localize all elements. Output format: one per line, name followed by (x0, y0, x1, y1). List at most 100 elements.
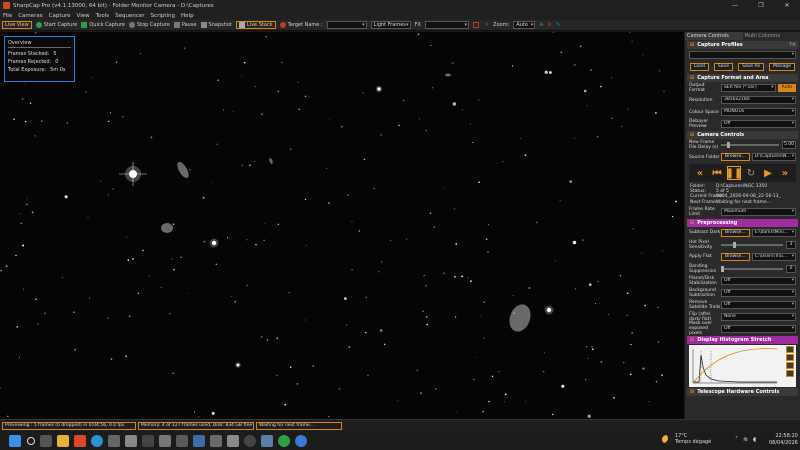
app-icon[interactable] (278, 434, 290, 447)
source-folder-select[interactable]: D:\Captures\N... (751, 153, 796, 161)
histogram-chart[interactable] (689, 344, 796, 387)
skip-back-icon[interactable]: ⏮ (710, 166, 724, 180)
clock[interactable]: 22:58:20 08/04/2026 (769, 433, 798, 447)
menu-file[interactable]: File (3, 13, 12, 19)
play-icon[interactable]: ▶ (761, 166, 775, 180)
target-name-input[interactable] (326, 21, 367, 29)
app-icon[interactable] (142, 434, 154, 447)
menu-tools[interactable]: Tools (96, 13, 110, 19)
chevron-up-icon[interactable]: ˄ (735, 436, 738, 443)
fx-select[interactable] (424, 21, 469, 29)
loop-icon[interactable]: ↻ (744, 166, 758, 180)
telescope-header[interactable]: ⊟ Telescope Hardware Controls (687, 387, 798, 396)
slider-knob[interactable] (726, 142, 730, 148)
hot-pixel-slider[interactable] (721, 241, 783, 248)
resolution-select[interactable]: 3856x2180 (721, 96, 796, 104)
auto-stretch-icon[interactable] (786, 345, 794, 353)
file-explorer-icon[interactable] (57, 434, 69, 447)
search-icon[interactable] (27, 436, 35, 445)
zoom-histogram-icon[interactable] (786, 369, 794, 377)
app-icon[interactable] (74, 434, 86, 447)
slider-knob[interactable] (721, 265, 724, 272)
auto-button[interactable]: Auto (777, 84, 796, 92)
dark-browse-button[interactable]: Browse... (721, 228, 750, 237)
flat-browse-button[interactable]: Browse... (721, 252, 750, 261)
menu-capture[interactable]: Capture (49, 13, 71, 19)
slider-knob[interactable] (733, 241, 737, 248)
manage-profiles-button[interactable]: Manage (769, 63, 795, 71)
app-icon[interactable] (261, 434, 273, 447)
settings-icon[interactable]: ⚙ (547, 22, 551, 28)
maximize-button[interactable]: ❐ (748, 0, 774, 11)
wifi-icon[interactable]: ≋ (743, 436, 748, 443)
output-format-select[interactable]: SER file (*.ser) (721, 84, 776, 92)
zoom-select[interactable]: Auto (513, 21, 536, 29)
start-capture-button[interactable]: Start Capture (35, 22, 77, 28)
app-icon[interactable] (244, 434, 256, 447)
edge-icon[interactable] (91, 434, 103, 447)
pause-button[interactable]: Pause (173, 22, 197, 28)
menu-view[interactable]: View (77, 13, 90, 19)
app-icon[interactable] (125, 434, 137, 447)
load-profile-button[interactable]: Load (690, 63, 709, 71)
preprocessing-header[interactable]: ⊟ Preprocessing (687, 218, 798, 227)
frame-type-select[interactable]: Light Frames (370, 21, 411, 29)
fast-forward-icon[interactable]: » (778, 166, 792, 180)
histogram-header[interactable]: ⊟ Display Histogram Stretch (687, 335, 798, 344)
debayer-select[interactable]: Off (721, 120, 796, 128)
live-stack-button[interactable]: Live Stack (235, 21, 276, 29)
close-button[interactable]: ✕ (774, 0, 800, 11)
tab-multi-columns[interactable]: Multi Columns (742, 32, 800, 40)
app-icon[interactable] (227, 434, 239, 447)
frame-rate-select[interactable]: Maximum (721, 207, 796, 216)
menu-sequencer[interactable]: Sequencer (115, 13, 144, 19)
stop-capture-button[interactable]: Stop Capture (128, 22, 170, 28)
save-as-profile-button[interactable]: Save As (738, 63, 764, 71)
reset-stretch-icon[interactable] (786, 353, 794, 361)
camera-controls-header[interactable]: ⊟ Camera Controls (687, 131, 798, 139)
task-view-icon[interactable] (40, 434, 52, 447)
planet-stabilization-select[interactable]: Off (721, 276, 796, 285)
source-browse-button[interactable]: Browse... (721, 153, 750, 161)
background-subtraction-select[interactable]: Off (721, 288, 796, 297)
weather-widget[interactable]: 17°C Temps dégagé (662, 433, 711, 445)
image-viewport[interactable] (0, 32, 684, 419)
subtract-dark-select[interactable]: E:\darks\Mini... (751, 228, 796, 237)
new-frame-delay-slider[interactable] (721, 142, 779, 148)
menu-help[interactable]: Help (181, 13, 194, 19)
pause-playback-icon[interactable]: ❚❚ (726, 166, 742, 180)
pick-icon[interactable]: ✎ (556, 22, 560, 28)
tab-camera-controls[interactable]: Camera Controls (685, 32, 743, 40)
save-profile-button[interactable]: Save (713, 63, 733, 71)
app-icon[interactable] (193, 434, 205, 447)
live-view-button[interactable]: Live View (2, 21, 32, 29)
menu-scripting[interactable]: Scripting (151, 13, 175, 19)
satellite-trails-select[interactable]: Off (721, 300, 796, 309)
hot-pixel-value[interactable]: 3 (786, 240, 796, 249)
apply-flat-select[interactable]: C:\Users\Trai... (751, 252, 796, 261)
start-icon[interactable] (9, 434, 21, 447)
close-reticle-icon[interactable]: ✕ (485, 22, 489, 28)
quick-capture-button[interactable]: Quick Capture (81, 22, 125, 28)
flip-select[interactable]: None (721, 312, 796, 321)
banding-value[interactable]: 0 (786, 264, 796, 273)
reticle-icon[interactable] (472, 22, 481, 28)
new-frame-delay-value[interactable]: 5.00 (782, 141, 796, 149)
app-icon[interactable] (210, 434, 222, 447)
rewind-icon[interactable]: « (693, 166, 707, 180)
colour-space-select[interactable]: MONO16 (721, 108, 796, 116)
menu-cameras[interactable]: Cameras (18, 13, 42, 19)
app-icon[interactable] (108, 434, 120, 447)
log-scale-icon[interactable] (786, 361, 794, 369)
app-icon[interactable] (159, 434, 171, 447)
minimize-button[interactable]: — (722, 0, 748, 11)
profile-select[interactable] (689, 51, 796, 59)
volume-icon[interactable]: ◖ (753, 436, 756, 443)
help-icon[interactable]: ?× (789, 41, 796, 49)
capture-format-header[interactable]: ⊟ Capture Format and Area (687, 74, 798, 82)
zoom-in-icon[interactable]: ⊕ (539, 22, 543, 28)
banding-slider[interactable] (721, 265, 783, 272)
mask-select[interactable]: Off (721, 324, 796, 333)
app-icon[interactable] (295, 434, 307, 447)
capture-profiles-header[interactable]: ⊟ Capture Profiles ?× (687, 41, 798, 49)
